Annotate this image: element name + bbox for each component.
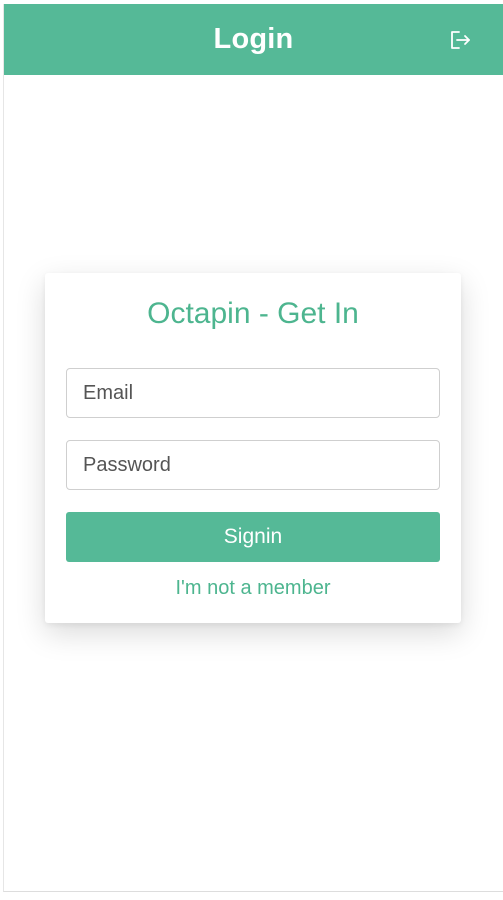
email-field[interactable]	[66, 368, 440, 418]
login-card-title: Octapin - Get In	[147, 297, 359, 330]
signin-button[interactable]: Signin	[66, 512, 440, 562]
page-title: Login	[213, 23, 294, 55]
top-bar: Login	[4, 4, 503, 75]
password-field[interactable]	[66, 440, 440, 490]
logout-icon[interactable]	[449, 29, 473, 51]
not-a-member-link[interactable]: I'm not a member	[45, 577, 461, 600]
app-window: Login Octapin - Get In Signin I'm not a …	[3, 4, 503, 892]
login-card: Octapin - Get In Signin I'm not a member	[45, 273, 461, 623]
